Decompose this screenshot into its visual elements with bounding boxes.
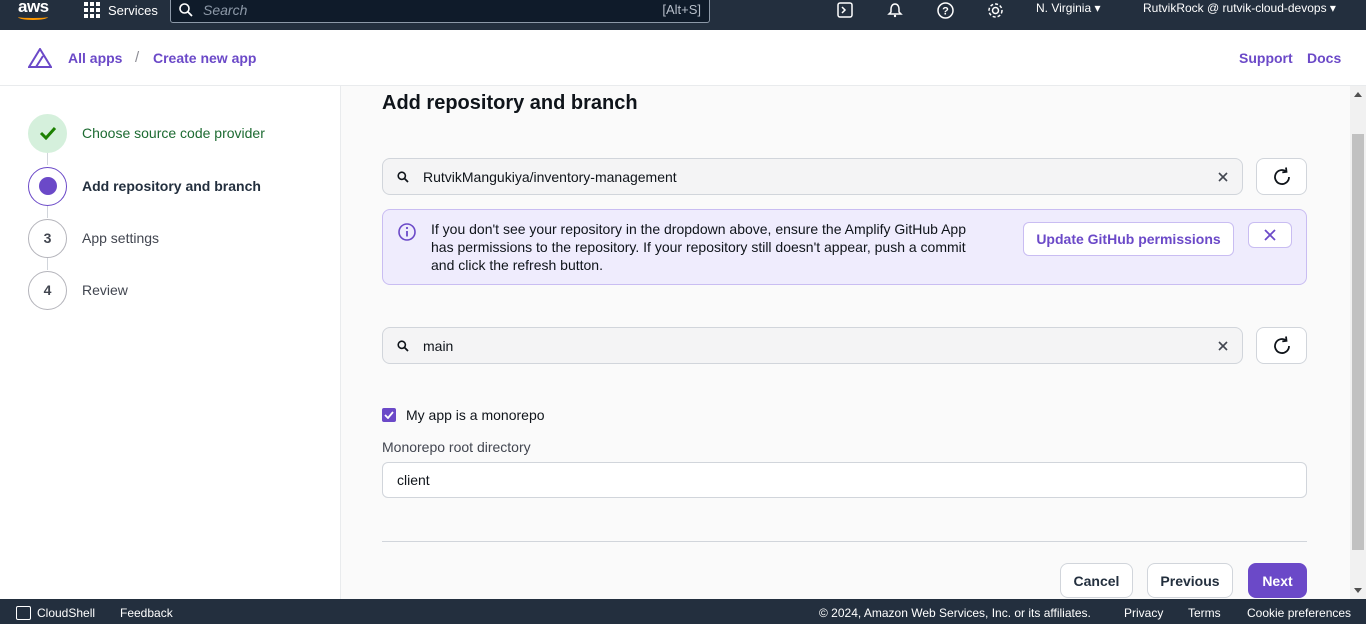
- monorepo-label: My app is a monorepo: [406, 407, 545, 423]
- services-label: Services: [108, 2, 158, 18]
- close-icon: [1264, 229, 1276, 241]
- search-icon: [397, 170, 409, 183]
- step-label: App settings: [82, 230, 160, 246]
- refresh-branches-button[interactable]: [1256, 327, 1307, 364]
- step-number: 4: [28, 270, 67, 310]
- notifications-icon[interactable]: [885, 0, 905, 20]
- wizard-steps-sidebar: Choose source code provider Add reposito…: [0, 86, 341, 599]
- console-footer: CloudShell Feedback © 2024, Amazon Web S…: [0, 599, 1366, 624]
- search-icon: [397, 339, 409, 352]
- footer-terms[interactable]: Terms: [1188, 606, 1221, 620]
- search-input[interactable]: Search [Alt+S]: [170, 0, 710, 23]
- grid-icon: [84, 2, 100, 18]
- refresh-icon: [1273, 335, 1290, 354]
- step-number: 3: [28, 218, 67, 258]
- step-label: Choose source code provider: [82, 125, 265, 141]
- cloudshell-icon: [16, 606, 31, 620]
- checkmark-icon: [39, 126, 56, 140]
- amplify-logo-icon[interactable]: [28, 48, 52, 68]
- root-directory-input[interactable]: client: [382, 462, 1307, 498]
- search-icon: [179, 2, 193, 17]
- step-label: Add repository and branch: [82, 178, 261, 194]
- refresh-repositories-button[interactable]: [1256, 158, 1307, 195]
- footer-copyright: © 2024, Amazon Web Services, Inc. or its…: [819, 606, 1091, 620]
- scroll-down-arrow-icon[interactable]: [1354, 588, 1362, 593]
- next-button[interactable]: Next: [1248, 563, 1307, 598]
- vertical-scrollbar[interactable]: [1350, 86, 1366, 599]
- svg-text:?: ?: [942, 5, 949, 17]
- step-app-settings: 3 App settings: [28, 218, 328, 258]
- search-shortcut: [Alt+S]: [662, 2, 701, 17]
- scroll-thumb[interactable]: [1352, 134, 1364, 550]
- page-title: Add repository and branch: [382, 92, 638, 114]
- docs-link[interactable]: Docs: [1307, 50, 1341, 66]
- help-icon[interactable]: ?: [935, 0, 955, 20]
- step-choose-source[interactable]: Choose source code provider: [28, 113, 328, 153]
- step-review: 4 Review: [28, 270, 328, 310]
- monorepo-checkbox-row[interactable]: My app is a monorepo: [382, 407, 545, 423]
- root-directory-value: client: [397, 472, 430, 488]
- previous-button[interactable]: Previous: [1147, 563, 1233, 598]
- clear-icon[interactable]: [1218, 340, 1228, 351]
- step-add-repository[interactable]: Add repository and branch: [28, 166, 328, 206]
- settings-gear-icon[interactable]: [985, 0, 1005, 20]
- repository-value: RutvikMangukiya/inventory-management: [423, 168, 677, 185]
- footer-feedback[interactable]: Feedback: [120, 606, 173, 620]
- alert-message: If you don't see your repository in the …: [431, 221, 966, 273]
- step-complete-badge: [28, 113, 67, 153]
- footer-cookie-preferences[interactable]: Cookie preferences: [1247, 606, 1351, 620]
- footer-cloudshell[interactable]: CloudShell: [37, 606, 95, 620]
- step-connector: [47, 258, 48, 270]
- update-github-permissions-button[interactable]: Update GitHub permissions: [1023, 222, 1234, 256]
- divider: [382, 541, 1307, 542]
- step-label: Review: [82, 282, 128, 298]
- cancel-button[interactable]: Cancel: [1060, 563, 1133, 598]
- scroll-up-arrow-icon[interactable]: [1354, 92, 1362, 97]
- step-connector: [47, 153, 48, 165]
- dismiss-alert-button[interactable]: [1248, 222, 1292, 248]
- info-icon: [398, 223, 416, 241]
- cloudshell-icon[interactable]: [835, 0, 855, 20]
- app-header: All apps / Create new app Support Docs: [0, 30, 1366, 86]
- footer-privacy[interactable]: Privacy: [1124, 606, 1163, 620]
- main-content: Add repository and branch RutvikMangukiy…: [341, 86, 1350, 599]
- breadcrumb-all-apps[interactable]: All apps: [68, 50, 122, 66]
- search-placeholder: Search: [203, 1, 248, 18]
- step-current-badge: [28, 166, 67, 206]
- breadcrumb-separator: /: [135, 49, 140, 66]
- branch-select[interactable]: main: [382, 327, 1243, 364]
- refresh-icon: [1273, 166, 1290, 185]
- checkmark-icon: [384, 411, 394, 419]
- aws-smile-icon: [18, 14, 48, 20]
- step-connector: [47, 206, 48, 218]
- services-menu[interactable]: Services: [84, 0, 158, 20]
- monorepo-checkbox[interactable]: [382, 408, 396, 422]
- breadcrumb-create-new-app[interactable]: Create new app: [153, 50, 256, 66]
- root-directory-label: Monorepo root directory: [382, 439, 531, 455]
- repository-select[interactable]: RutvikMangukiya/inventory-management: [382, 158, 1243, 195]
- region-selector[interactable]: N. Virginia ▾: [1036, 1, 1101, 15]
- info-alert: If you don't see your repository in the …: [382, 209, 1307, 285]
- branch-value: main: [423, 337, 454, 354]
- clear-icon[interactable]: [1218, 171, 1228, 182]
- top-navigation: aws Services Search [Alt+S] ? N. Virgini…: [0, 0, 1366, 30]
- account-menu[interactable]: RutvikRock @ rutvik-cloud-devops ▾: [1143, 1, 1336, 15]
- support-link[interactable]: Support: [1239, 50, 1293, 66]
